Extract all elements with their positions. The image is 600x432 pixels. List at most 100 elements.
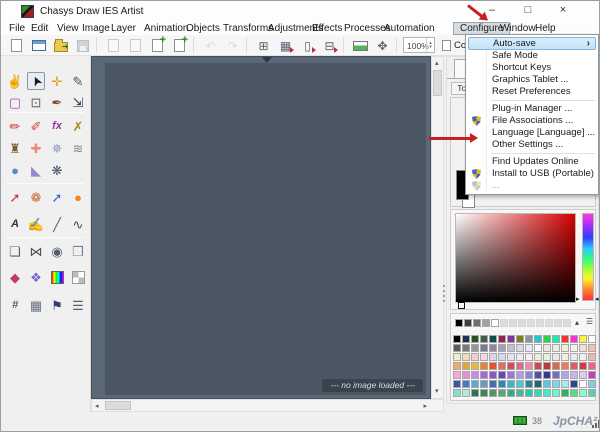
palette-swatch[interactable] [588,353,596,361]
palette-swatch[interactable] [588,344,596,352]
configure-item-language-language[interactable]: Language [Language] ... [467,127,597,139]
canvas-size-button[interactable]: ⊞ [254,36,273,55]
palette-swatch[interactable] [561,362,569,370]
palette-swatch[interactable] [516,344,524,352]
configure-item-graphics-tablet[interactable]: Graphics Tablet ... [467,74,597,86]
palette-swatch[interactable] [498,335,506,343]
palette-swatch[interactable] [525,380,533,388]
gray-swatch[interactable] [473,319,481,327]
menu-item-objects[interactable]: Objects [186,23,220,35]
configure-item-auto-save[interactable]: Auto-save› [468,37,596,50]
hue-marker-left-icon[interactable]: ▸ [576,296,580,303]
vertical-scroll-thumb[interactable] [433,70,442,96]
scroll-left-icon[interactable]: ◂ [95,403,99,410]
palette-swatch[interactable] [588,380,596,388]
gray-swatch[interactable] [527,319,535,327]
palette-swatch[interactable] [552,362,560,370]
shapes-tool[interactable]: ❏ [6,242,24,260]
sphere-brush-tool[interactable]: ● [69,188,87,206]
palette-swatch[interactable] [462,389,470,397]
panel-splitter-grip[interactable] [443,285,446,305]
palette-swatch[interactable] [453,389,461,397]
gray-swatch[interactable] [563,319,571,327]
gray-swatch[interactable] [545,319,553,327]
palette-swatch[interactable] [570,335,578,343]
palette-swatch[interactable] [552,353,560,361]
pencil-tool[interactable]: ✏ [6,117,24,135]
palette-swatch[interactable] [480,389,488,397]
hue-slider[interactable] [582,213,594,301]
palette-swatch[interactable] [471,335,479,343]
ink-pen-tool[interactable]: ➚ [48,188,66,206]
palette-swatch[interactable] [471,380,479,388]
palette-swatch[interactable] [516,335,524,343]
palette-swatch[interactable] [462,380,470,388]
palette-swatch[interactable] [525,362,533,370]
add-layer-button[interactable] [148,36,167,55]
spin-down-icon[interactable]: ▾ [429,45,432,49]
palette-swatch[interactable] [534,380,542,388]
particle-tool[interactable]: ❖ [27,268,45,286]
palette-swatch[interactable] [507,380,515,388]
close-button[interactable]: × [552,3,574,19]
palette-swatch[interactable] [561,380,569,388]
palette-swatch[interactable] [507,353,515,361]
canvas-viewport[interactable]: --- no image loaded --- [105,63,426,395]
palette-swatch[interactable] [462,362,470,370]
menu-item-automation[interactable]: Automation [384,23,435,35]
palette-swatch[interactable] [561,389,569,397]
palette-swatch[interactable] [462,353,470,361]
palette-swatch[interactable] [462,371,470,379]
palette-swatch[interactable] [489,389,497,397]
palette-swatch[interactable] [498,380,506,388]
palette-swatch[interactable] [480,362,488,370]
liner-brush-tool[interactable]: ➚ [6,188,24,206]
palette-swatch[interactable] [471,353,479,361]
pan-tool[interactable]: ✌ [6,72,24,90]
palette-swatch[interactable] [525,371,533,379]
marquee-tool[interactable]: ▢ [6,93,24,111]
configure-item-safe-mode[interactable]: Safe Mode [467,50,597,62]
gem-tool[interactable]: ◆ [6,268,24,286]
palette-swatch[interactable] [480,344,488,352]
palette-swatch[interactable] [462,344,470,352]
background-color-button[interactable] [351,36,370,55]
palette-swatch[interactable] [579,353,587,361]
palette-swatch[interactable] [588,335,596,343]
palette-swatch[interactable] [552,389,560,397]
scroll-up-icon[interactable]: ▴ [435,60,439,67]
palette-swatch[interactable] [489,380,497,388]
horizontal-scrollbar[interactable]: ◂ ▸ [91,399,444,412]
clone-stamp-tool[interactable]: ♜ [6,139,24,157]
palette-swatch[interactable] [507,344,515,352]
menu-item-transforms[interactable]: Transforms [223,23,273,35]
crop-tool[interactable]: ⊡ [27,93,45,111]
scratch-tool[interactable]: ≋ [69,139,87,157]
configure-item-find-updates-online[interactable]: Find Updates Online [467,156,597,168]
fit-screen-button[interactable]: ✥ [373,36,392,55]
palette-swatch[interactable] [561,353,569,361]
move-tool[interactable]: ✛ [48,72,66,90]
palette-swatch[interactable] [543,371,551,379]
palette-swatch[interactable] [480,335,488,343]
palette-swatch[interactable] [489,371,497,379]
airbrush-tool[interactable]: ✵ [48,139,66,157]
palette-swatch[interactable] [489,335,497,343]
paste-button[interactable] [126,36,145,55]
palette-swatch[interactable] [525,335,533,343]
palette-swatch[interactable] [552,380,560,388]
palette-swatch[interactable] [543,362,551,370]
flag-tool[interactable]: ⚑ [48,296,66,314]
palette-swatch[interactable] [516,371,524,379]
transparency-tool[interactable] [69,268,87,286]
grid-tool[interactable]: # [6,296,24,314]
gray-swatch[interactable] [536,319,544,327]
palette-swatch[interactable] [561,371,569,379]
palette-swatch[interactable] [543,335,551,343]
vertical-scrollbar[interactable]: ▴ ▾ [431,56,444,399]
redo-button[interactable]: ↷ [223,36,242,55]
palette-swatch[interactable] [480,380,488,388]
palette-swatch[interactable] [453,353,461,361]
oil-brush-tool[interactable]: ❁ [27,188,45,206]
palette-swatch[interactable] [498,353,506,361]
